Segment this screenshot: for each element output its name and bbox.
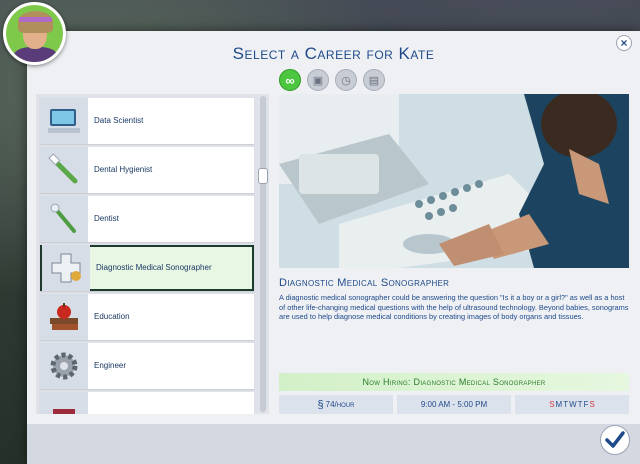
infinity-icon[interactable]: ∞ bbox=[279, 69, 301, 91]
freelance-icon[interactable]: ▤ bbox=[363, 69, 385, 91]
computer-icon bbox=[40, 98, 88, 144]
career-label: Dentist bbox=[94, 214, 119, 223]
scrollbar-track[interactable] bbox=[260, 96, 266, 412]
career-info-row: § 74/hour 9:00 AM - 5:00 PM S M T W T F … bbox=[279, 395, 629, 414]
hours-cell: 9:00 AM - 5:00 PM bbox=[397, 395, 511, 414]
career-label: Education bbox=[94, 312, 130, 321]
day-thursday: T bbox=[577, 400, 583, 409]
days-cell: S M T W T F S bbox=[515, 395, 629, 414]
career-item-dental-hygienist[interactable]: Dental Hygienist bbox=[40, 147, 254, 193]
career-dialog: Select a Career for Kate × ∞ ▣ ◷ ▤ Data … bbox=[27, 31, 640, 464]
career-label: Data Scientist bbox=[94, 116, 144, 125]
confirm-button[interactable] bbox=[600, 425, 630, 455]
career-detail-title: Diagnostic Medical Sonographer bbox=[279, 277, 450, 289]
checkmark-icon bbox=[605, 431, 625, 448]
career-photo bbox=[279, 94, 629, 268]
dialog-footer bbox=[27, 424, 640, 464]
career-item-dentist[interactable]: Dentist bbox=[40, 196, 254, 242]
career-item-diagnostic-medical-sonographer[interactable]: Diagnostic Medical Sonographer bbox=[40, 245, 254, 291]
career-item-partial[interactable] bbox=[40, 392, 254, 414]
work-hours: 9:00 AM - 5:00 PM bbox=[420, 400, 488, 409]
career-item-education[interactable]: Education bbox=[40, 294, 254, 340]
day-friday: F bbox=[583, 400, 589, 409]
career-description: A diagnostic medical sonographer could b… bbox=[279, 293, 629, 321]
medical-cross-icon bbox=[42, 245, 90, 291]
avatar bbox=[3, 2, 66, 65]
day-monday: M bbox=[555, 400, 563, 409]
day-sunday: S bbox=[549, 400, 555, 409]
books-apple-icon bbox=[40, 294, 88, 340]
career-list: Data Scientist Dental Hygienist Dentist … bbox=[36, 94, 269, 414]
career-item-data-scientist[interactable]: Data Scientist bbox=[40, 98, 254, 144]
day-saturday: S bbox=[589, 400, 595, 409]
part-time-icon[interactable]: ◷ bbox=[335, 69, 357, 91]
toothbrush-icon bbox=[40, 147, 88, 193]
career-filter-row: ∞ ▣ ◷ ▤ bbox=[279, 69, 385, 91]
day-wednesday: W bbox=[569, 400, 577, 409]
scrollbar-thumb[interactable] bbox=[258, 168, 268, 184]
dialog-title: Select a Career for Kate bbox=[232, 44, 435, 63]
career-label: Dental Hygienist bbox=[94, 165, 153, 174]
career-label: Diagnostic Medical Sonographer bbox=[96, 263, 212, 272]
career-item-engineer[interactable]: Engineer bbox=[40, 343, 254, 389]
gear-icon bbox=[40, 343, 88, 389]
close-button[interactable]: × bbox=[616, 35, 632, 51]
day-tuesday: T bbox=[563, 400, 569, 409]
career-icon-partial bbox=[40, 392, 88, 414]
hiring-banner: Now Hiring: Diagnostic Medical Sonograph… bbox=[279, 373, 629, 391]
career-type-icon[interactable]: ▣ bbox=[307, 69, 329, 91]
simoleon-icon: § bbox=[317, 398, 324, 411]
pay-cell: § 74/hour bbox=[279, 395, 393, 414]
dental-tool-icon bbox=[40, 196, 88, 242]
pay-rate: 74/hour bbox=[325, 400, 355, 409]
career-label: Engineer bbox=[94, 361, 127, 370]
